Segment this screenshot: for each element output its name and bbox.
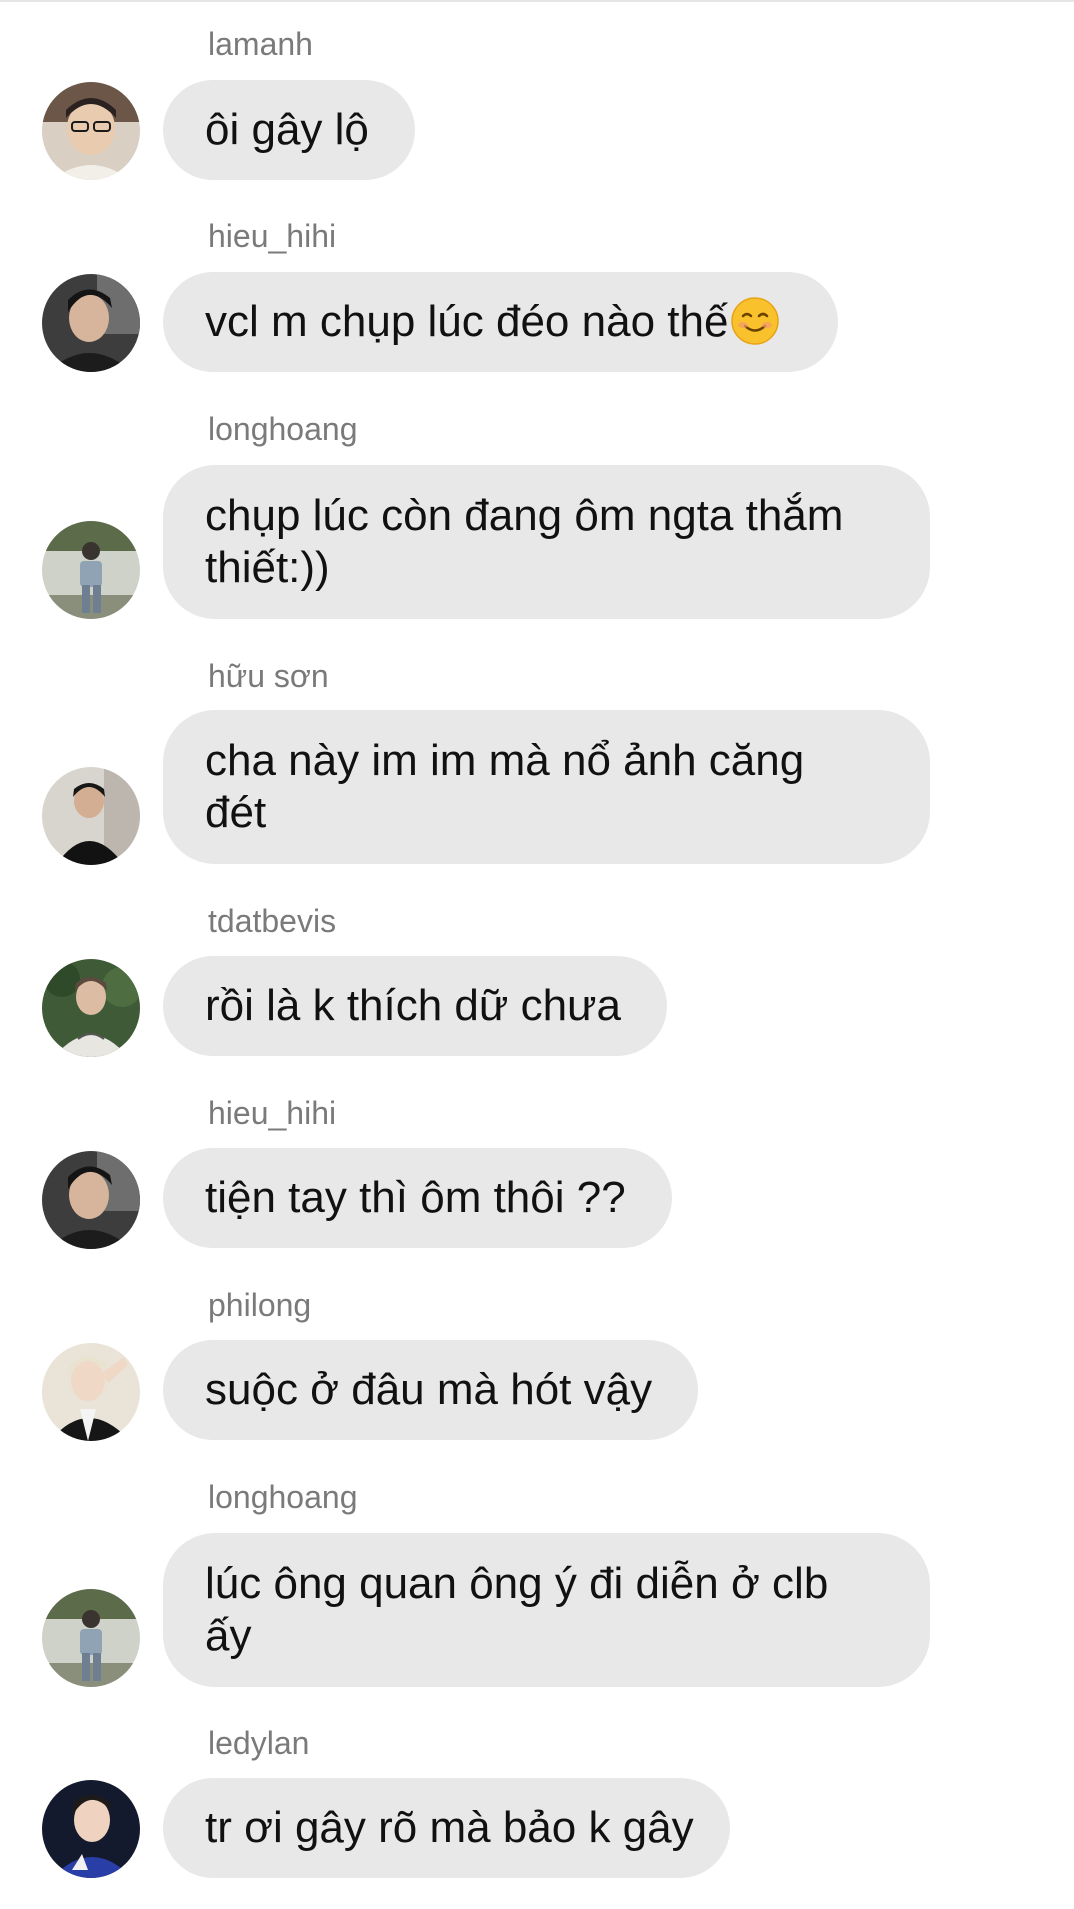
message-bubble[interactable]: tiện tay thì ôm thôi ?? [163, 1148, 672, 1248]
message-bubble[interactable]: rồi là k thích dữ chưa [163, 956, 667, 1056]
sender-name[interactable]: hieu_hihi [208, 1093, 336, 1133]
message-text: suộc ở đâu mà hót vậy [205, 1365, 653, 1414]
message-text: lúc ông quan ông ý đi diễn ở clb ấy [205, 1559, 829, 1660]
sender-name[interactable]: hieu_hihi [208, 216, 336, 256]
sender-name[interactable]: philong [208, 1285, 311, 1325]
sender-name[interactable]: longhoang [208, 409, 357, 449]
avatar[interactable] [42, 521, 140, 619]
message-bubble[interactable]: ôi gây lộ [163, 80, 415, 180]
sender-name[interactable]: hữu sơn [208, 656, 329, 696]
avatar[interactable] [42, 767, 140, 865]
avatar[interactable] [42, 959, 140, 1057]
avatar[interactable] [42, 82, 140, 180]
avatar[interactable] [42, 1151, 140, 1249]
message-bubble[interactable]: chụp lúc còn đang ôm ngta thắm thiết:)) [163, 465, 930, 619]
sender-name[interactable]: ledylan [208, 1723, 309, 1763]
message-text: cha này im im mà nổ ảnh căng đét [205, 736, 805, 837]
avatar[interactable] [42, 1589, 140, 1687]
message-text: vcl m chụp lúc đéo nào thế [205, 296, 780, 348]
sender-name[interactable]: longhoang [208, 1477, 357, 1517]
avatar[interactable] [42, 1780, 140, 1878]
sender-name[interactable]: tdatbevis [208, 901, 336, 941]
message-text: tiện tay thì ôm thôi ?? [205, 1173, 626, 1222]
message-text: ôi gây lộ [205, 105, 369, 154]
message-bubble[interactable]: vcl m chụp lúc đéo nào thế [163, 272, 838, 372]
message-thread: lamanh ôi gây lộ hieu_hihi vcl m chụp lú… [0, 0, 1074, 1909]
message-bubble[interactable]: lúc ông quan ông ý đi diễn ở clb ấy [163, 1533, 930, 1687]
message-bubble[interactable]: suộc ở đâu mà hót vậy [163, 1340, 698, 1440]
avatar[interactable] [42, 274, 140, 372]
message-text: rồi là k thích dữ chưa [205, 981, 621, 1030]
message-text: chụp lúc còn đang ôm ngta thắm thiết:)) [205, 491, 844, 592]
message-text: tr ơi gây rõ mà bảo k gây [205, 1803, 694, 1852]
message-bubble[interactable]: tr ơi gây rõ mà bảo k gây [163, 1778, 730, 1878]
message-bubble[interactable]: cha này im im mà nổ ảnh căng đét [163, 710, 930, 864]
sender-name[interactable]: lamanh [208, 24, 313, 64]
avatar[interactable] [42, 1343, 140, 1441]
smiling-face-emoji-icon [731, 297, 780, 345]
